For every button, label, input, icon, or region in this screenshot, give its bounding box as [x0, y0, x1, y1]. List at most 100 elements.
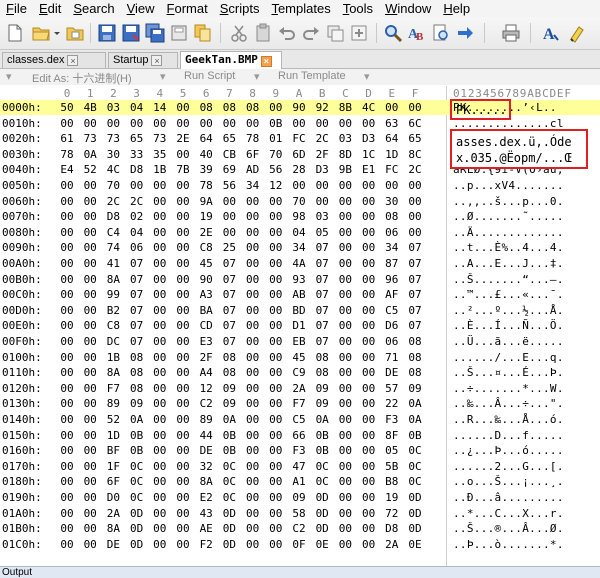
hex-byte[interactable]: 00 — [79, 506, 101, 521]
hex-byte[interactable]: 0E — [404, 537, 426, 552]
hex-byte[interactable]: 03 — [102, 100, 124, 115]
hex-byte[interactable]: 4C — [358, 100, 380, 115]
hex-byte[interactable]: 00 — [79, 225, 101, 240]
hex-byte[interactable]: 00 — [358, 194, 380, 209]
hex-byte[interactable]: 00 — [265, 350, 287, 365]
menu-scripts[interactable]: Scripts — [214, 0, 266, 17]
hex-byte[interactable]: 00 — [242, 412, 264, 427]
hex-byte[interactable]: 00 — [79, 287, 101, 302]
hex-byte[interactable]: 00 — [56, 240, 78, 255]
output-panel-header[interactable]: Output — [0, 566, 600, 578]
hex-byte[interactable]: 00 — [265, 412, 287, 427]
hex-byte[interactable]: 07 — [218, 318, 240, 333]
edit-as-dropdown[interactable]: Edit As: 十六进制(H) — [32, 70, 132, 86]
hex-byte[interactable]: 0D — [311, 490, 333, 505]
hex-byte[interactable]: 00 — [334, 272, 356, 287]
ascii-text[interactable]: ..÷.......*...W. — [453, 381, 564, 396]
hex-byte[interactable]: 00 — [334, 459, 356, 474]
hex-byte[interactable]: 0B — [126, 428, 148, 443]
hex-byte[interactable]: 0B — [311, 443, 333, 458]
hex-byte[interactable]: 00 — [172, 272, 194, 287]
hex-byte[interactable]: 07 — [404, 318, 426, 333]
hex-byte[interactable]: 00 — [79, 459, 101, 474]
hex-row[interactable]: 0190h: 00 00 D0 0C 00 00 E2 0C 00 00 09 0D 00 00 19 0D..… — [0, 490, 600, 505]
hex-byte[interactable]: 00 — [358, 474, 380, 489]
duplicate-icon[interactable] — [324, 22, 346, 44]
hex-byte[interactable]: 00 — [358, 303, 380, 318]
hex-byte[interactable]: 2F — [195, 350, 217, 365]
hex-byte[interactable]: 0C — [218, 459, 240, 474]
hex-byte[interactable]: 00 — [56, 209, 78, 224]
hex-byte[interactable]: 00 — [358, 459, 380, 474]
hex-byte[interactable]: 07 — [218, 287, 240, 302]
hex-byte[interactable]: 00 — [56, 459, 78, 474]
hex-byte[interactable]: 00 — [126, 178, 148, 193]
hex-row[interactable]: 0160h: 00 00 BF 0B 00 00 DE 0B 00 00 F3 0B 00 00 05 0C..… — [0, 443, 600, 458]
hex-byte[interactable]: 19 — [195, 209, 217, 224]
hex-row[interactable]: 0050h: 00 00 70 00 00 00 78 56 34 12 00 00 00 00 00 00..… — [0, 178, 600, 193]
hex-byte[interactable]: 14 — [149, 100, 171, 115]
go-arrow-icon[interactable] — [454, 22, 476, 44]
hex-byte[interactable]: 66 — [288, 428, 310, 443]
hex-byte[interactable]: 00 — [334, 506, 356, 521]
menu-edit[interactable]: Edit — [33, 0, 67, 17]
hex-byte[interactable]: 90 — [195, 272, 217, 287]
hex-byte[interactable]: 00 — [79, 240, 101, 255]
hex-byte[interactable]: 0C — [404, 474, 426, 489]
hex-byte[interactable]: A1 — [288, 474, 310, 489]
hex-byte[interactable]: 35 — [149, 147, 171, 162]
hex-byte[interactable]: 07 — [311, 334, 333, 349]
hex-byte[interactable]: 19 — [381, 490, 403, 505]
hex-byte[interactable]: 00 — [149, 225, 171, 240]
hex-byte[interactable]: 00 — [79, 116, 101, 131]
hex-byte[interactable]: 00 — [172, 428, 194, 443]
hex-byte[interactable]: 0D — [311, 521, 333, 536]
hex-byte[interactable]: 34 — [288, 240, 310, 255]
hex-byte[interactable]: 00 — [56, 521, 78, 536]
hex-byte[interactable]: 8F — [381, 428, 403, 443]
hex-byte[interactable]: 08 — [311, 365, 333, 380]
hex-byte[interactable]: 00 — [265, 490, 287, 505]
hex-byte[interactable]: 1F — [102, 459, 124, 474]
hex-byte[interactable]: 00 — [404, 194, 426, 209]
hex-byte[interactable]: 00 — [358, 209, 380, 224]
hex-byte[interactable]: 00 — [334, 209, 356, 224]
hex-byte[interactable]: 00 — [288, 116, 310, 131]
hex-byte[interactable]: 9B — [334, 162, 356, 177]
hex-byte[interactable]: 00 — [242, 350, 264, 365]
hex-byte[interactable]: 00 — [358, 412, 380, 427]
hex-byte[interactable]: 71 — [381, 350, 403, 365]
hex-byte[interactable]: 00 — [242, 537, 264, 552]
hex-byte[interactable]: 00 — [265, 506, 287, 521]
hex-row[interactable]: 0090h: 00 00 74 06 00 00 C8 25 00 00 34 07 00 00 34 07..… — [0, 240, 600, 255]
hex-byte[interactable]: 08 — [381, 209, 403, 224]
hex-byte[interactable]: 08 — [311, 350, 333, 365]
hex-byte[interactable]: F3 — [381, 412, 403, 427]
hex-byte[interactable]: 00 — [358, 537, 380, 552]
hex-byte[interactable]: 92 — [311, 100, 333, 115]
hex-byte[interactable]: E4 — [56, 162, 78, 177]
hex-byte[interactable]: 00 — [56, 537, 78, 552]
hex-byte[interactable]: 00 — [265, 303, 287, 318]
highlighter-icon[interactable] — [566, 22, 588, 44]
hex-byte[interactable]: 01 — [265, 131, 287, 146]
replace-icon[interactable]: AB — [406, 22, 428, 44]
hex-byte[interactable]: 00 — [79, 396, 101, 411]
hex-row[interactable]: 0060h: 00 00 2C 2C 00 00 9A 00 00 00 70 00 00 00 30 00..… — [0, 194, 600, 209]
hex-byte[interactable]: 00 — [149, 490, 171, 505]
hex-byte[interactable]: 00 — [79, 209, 101, 224]
hex-byte[interactable]: 00 — [149, 334, 171, 349]
hex-byte[interactable]: 08 — [218, 365, 240, 380]
hex-byte[interactable]: 2F — [311, 147, 333, 162]
hex-byte[interactable]: 00 — [172, 490, 194, 505]
hex-byte[interactable]: 00 — [149, 506, 171, 521]
hex-byte[interactable]: DC — [102, 334, 124, 349]
hex-byte[interactable]: 00 — [358, 506, 380, 521]
hex-byte[interactable]: 08 — [126, 381, 148, 396]
hex-byte[interactable]: 00 — [149, 537, 171, 552]
hex-byte[interactable]: 00 — [149, 194, 171, 209]
ascii-text[interactable]: ..R...‰...Å...ó. — [453, 412, 564, 427]
hex-byte[interactable]: 05 — [311, 225, 333, 240]
hex-byte[interactable]: 0B — [311, 428, 333, 443]
hex-byte[interactable]: 73 — [102, 131, 124, 146]
